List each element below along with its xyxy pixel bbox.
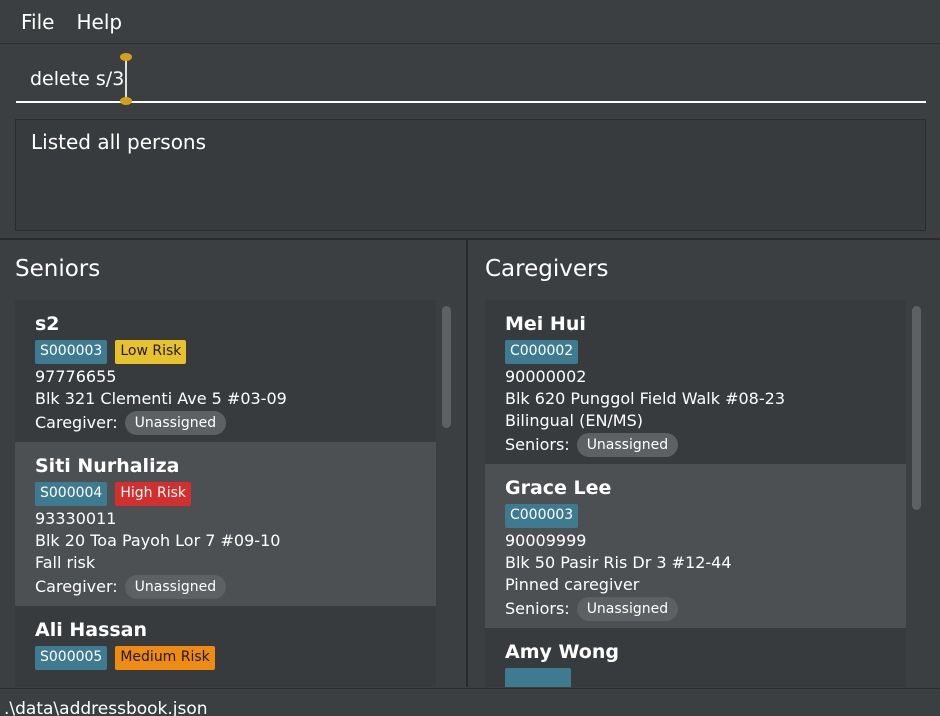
assign-label: Seniors: [505,435,570,454]
command-area: delete s/3 [0,45,940,110]
seniors-panel: Seniors s2 S000003 Low Risk 97776655 Blk… [0,240,468,687]
risk-tag: High Risk [115,482,191,506]
scrollbar-thumb[interactable] [442,306,451,428]
list-item[interactable]: Mei Hui C000002 90000002 Blk 620 Punggol… [485,300,906,464]
seniors-scrollbar[interactable] [439,300,453,687]
senior-note: Fall risk [35,553,96,572]
senior-phone: 97776655 [35,367,117,386]
caregivers-list: Mei Hui C000002 90000002 Blk 620 Punggol… [485,300,906,687]
seniors-list: s2 S000003 Low Risk 97776655 Blk 321 Cle… [15,300,436,687]
command-text: delete s/3 [30,68,125,90]
assign-pill: Unassigned [124,575,227,599]
result-text: Listed all persons [31,130,207,154]
command-input[interactable]: delete s/3 [16,53,926,105]
risk-tag: Low Risk [115,340,187,364]
caregiver-phone: 90000002 [505,367,587,386]
senior-phone: 93330011 [35,509,117,528]
seniors-assignment: Seniors: Unassigned [505,597,886,621]
assign-label: Caregiver: [35,577,118,596]
caregiver-assignment: Caregiver: Unassigned [35,411,416,435]
assign-pill: Unassigned [576,433,679,457]
list-item[interactable]: Amy Wong [485,628,906,687]
senior-id-tag: S000004 [35,482,108,506]
senior-name: s2 [35,313,60,335]
caregiver-id-tag: C000002 [505,340,579,364]
assign-pill: Unassigned [124,411,227,435]
senior-address: Blk 321 Clementi Ave 5 #03-09 [35,389,287,408]
caregiver-id-tag: C000003 [505,504,579,528]
result-display: Listed all persons [15,119,926,231]
caregivers-title: Caregivers [485,256,609,282]
senior-name: Siti Nurhaliza [35,455,180,477]
caregivers-panel: Caregivers Mei Hui C000002 90000002 Blk … [470,240,940,687]
menu-file[interactable]: File [10,2,65,42]
menu-help[interactable]: Help [65,2,133,42]
assign-pill: Unassigned [576,597,679,621]
senior-id-tag: S000003 [35,340,108,364]
list-item[interactable]: s2 S000003 Low Risk 97776655 Blk 321 Cle… [15,300,436,442]
assign-label: Caregiver: [35,413,118,432]
caregiver-name: Amy Wong [505,641,619,663]
caregiver-address: Blk 620 Punggol Field Walk #08-23 [505,389,785,408]
list-item[interactable]: Grace Lee C000003 90009999 Blk 50 Pasir … [485,464,906,628]
caregiver-phone: 90009999 [505,531,587,550]
senior-id-tag: S000005 [35,646,108,670]
caregiver-name: Mei Hui [505,313,586,335]
caregiver-name: Grace Lee [505,477,612,499]
menu-bar: File Help [0,0,940,44]
status-bar: .\data\addressbook.json [0,688,940,716]
list-item[interactable]: Ali Hassan S000005 Medium Risk [15,606,436,687]
text-caret-icon [120,53,133,105]
senior-address: Blk 20 Toa Payoh Lor 7 #09-10 [35,531,281,550]
caregiver-id-tag [505,668,571,687]
seniors-assignment: Seniors: Unassigned [505,433,886,457]
senior-name: Ali Hassan [35,619,148,641]
list-item[interactable]: Siti Nurhaliza S000004 High Risk 9333001… [15,442,436,606]
caregivers-scrollbar[interactable] [909,300,923,687]
caregiver-address: Blk 50 Pasir Ris Dr 3 #12-44 [505,553,732,572]
file-path: .\data\addressbook.json [4,699,208,716]
seniors-title: Seniors [15,256,101,282]
caregiver-note: Bilingual (EN/MS) [505,411,643,430]
caregiver-assignment: Caregiver: Unassigned [35,575,416,599]
scrollbar-thumb[interactable] [912,306,921,510]
caregiver-note: Pinned caregiver [505,575,640,594]
risk-tag: Medium Risk [115,646,215,670]
assign-label: Seniors: [505,599,570,618]
